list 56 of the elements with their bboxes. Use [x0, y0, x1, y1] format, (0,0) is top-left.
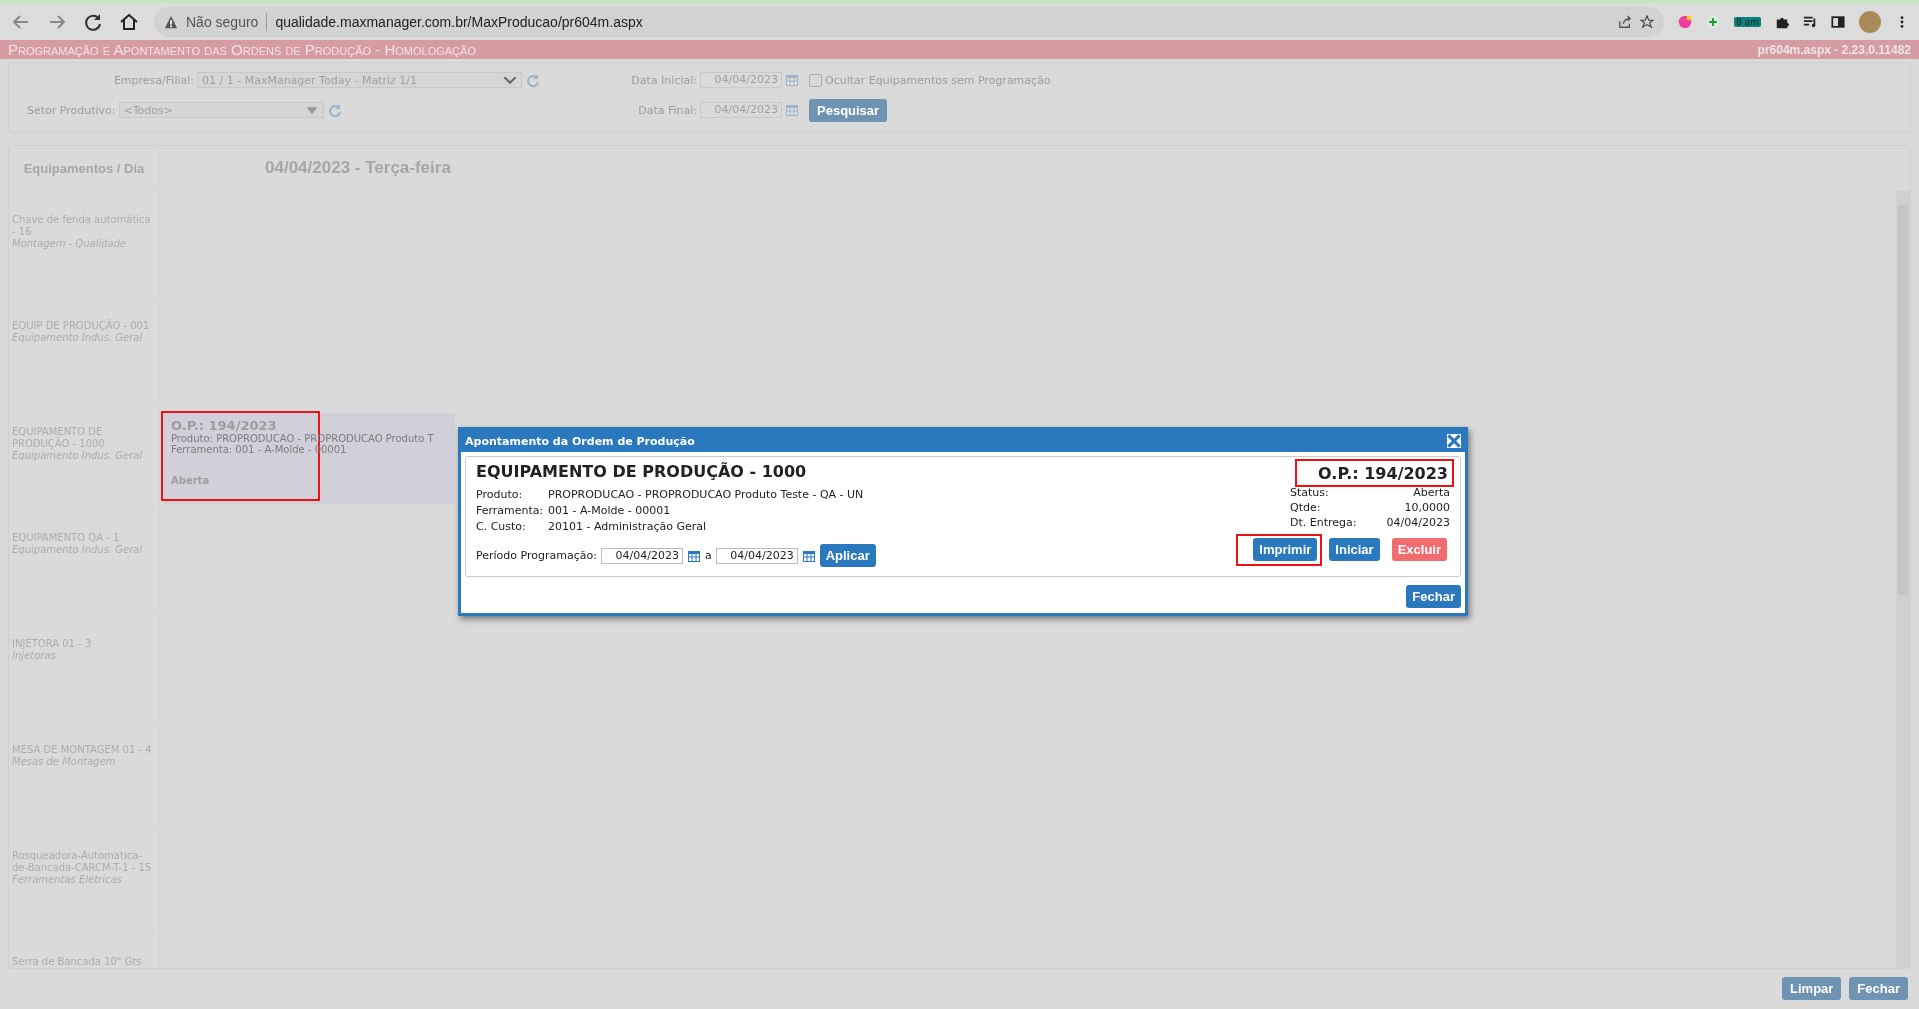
field-label: Qtde:: [1290, 500, 1321, 515]
close-dialog-button[interactable]: Fechar: [1406, 585, 1461, 608]
star-icon[interactable]: [1640, 14, 1655, 29]
security-label: Não seguro: [186, 13, 259, 30]
field-label: C. Custo:: [476, 519, 527, 535]
field-label: Empresa/Filial:: [113, 73, 194, 87]
avatar[interactable]: [1859, 10, 1881, 33]
field-value: Aberta: [1413, 485, 1450, 500]
footer-button[interactable]: Fechar: [1849, 977, 1908, 1000]
footer-button[interactable]: Limpar: [1782, 977, 1842, 1000]
field-label: Ferramenta:: [476, 503, 545, 519]
clock-badge[interactable]: 8 am: [1734, 16, 1761, 27]
checkbox-label: Ocultar Equipamentos sem Programação: [825, 73, 1051, 87]
action-button[interactable]: Imprimir: [1253, 538, 1318, 561]
separator-label: a: [704, 549, 712, 562]
date-field[interactable]: 04/04/2023: [600, 547, 683, 564]
order-status: Aberta: [171, 475, 211, 486]
sidebar-icon[interactable]: [1831, 14, 1845, 29]
field-label: Data Final:: [638, 103, 697, 117]
page-title: Programação e Apontamento das Ordens de Produção - Homologação: [8, 41, 476, 58]
playlist-icon[interactable]: [1803, 14, 1817, 29]
refresh-icon[interactable]: [525, 73, 539, 87]
close-button[interactable]: [1447, 434, 1461, 448]
field-label: Data Inicial:: [631, 73, 697, 87]
date-field[interactable]: 04/04/2023: [715, 547, 798, 564]
url-text: qualidade.maxmanager.com.br/MaxProducao/pr604m.aspx: [275, 13, 644, 30]
address-bar[interactable]: Não seguro qualidade.maxmanager.com.br/MaxProducao/pr604m.aspx: [154, 6, 1665, 37]
order-number: O.P.: 194/2023: [1318, 464, 1448, 483]
warning-icon: [164, 14, 178, 29]
field-label: Dt. Entrega:: [1290, 515, 1357, 530]
plus-icon[interactable]: [1706, 14, 1721, 29]
field-value: 001 - A-Molde - 00001: [548, 503, 671, 519]
field-label: Período Programação:: [476, 549, 597, 562]
field-value: 04/04/2023: [1386, 515, 1450, 530]
action-button[interactable]: Excluir: [1391, 538, 1447, 561]
date-field[interactable]: 04/04/2023: [700, 72, 782, 88]
equipment-title: EQUIPAMENTO DE PRODUÇÃO - 1000: [476, 462, 808, 481]
calendar-icon[interactable]: [801, 548, 816, 563]
close-icon: [1447, 434, 1461, 448]
dialog-title: Apontamento da Ordem de Produção: [465, 434, 695, 448]
apply-button[interactable]: Aplicar: [819, 544, 876, 567]
action-button[interactable]: Iniciar: [1329, 538, 1380, 561]
search-button[interactable]: Pesquisar: [809, 98, 888, 122]
version-label: pr604m.aspx - 2.23.0.11482: [1757, 42, 1911, 57]
refresh-icon[interactable]: [326, 103, 341, 117]
field-label: Status:: [1290, 485, 1329, 500]
share-icon[interactable]: [1618, 14, 1633, 29]
field-value: 20101 - Administração Geral: [548, 519, 706, 535]
calendar-icon[interactable]: [686, 548, 701, 563]
checkbox[interactable]: [809, 73, 822, 87]
field-value: PROPRODUCAO - PROPRODUCAO Produto Teste - QA - UN: [548, 487, 864, 503]
order-number: O.P.: 194/2023: [171, 418, 278, 433]
field-label: Setor Produtivo:: [27, 103, 116, 117]
field-value: 10,0000: [1404, 500, 1450, 515]
field-label: Produto:: [476, 487, 524, 503]
date-field[interactable]: 04/04/2023: [700, 102, 782, 118]
